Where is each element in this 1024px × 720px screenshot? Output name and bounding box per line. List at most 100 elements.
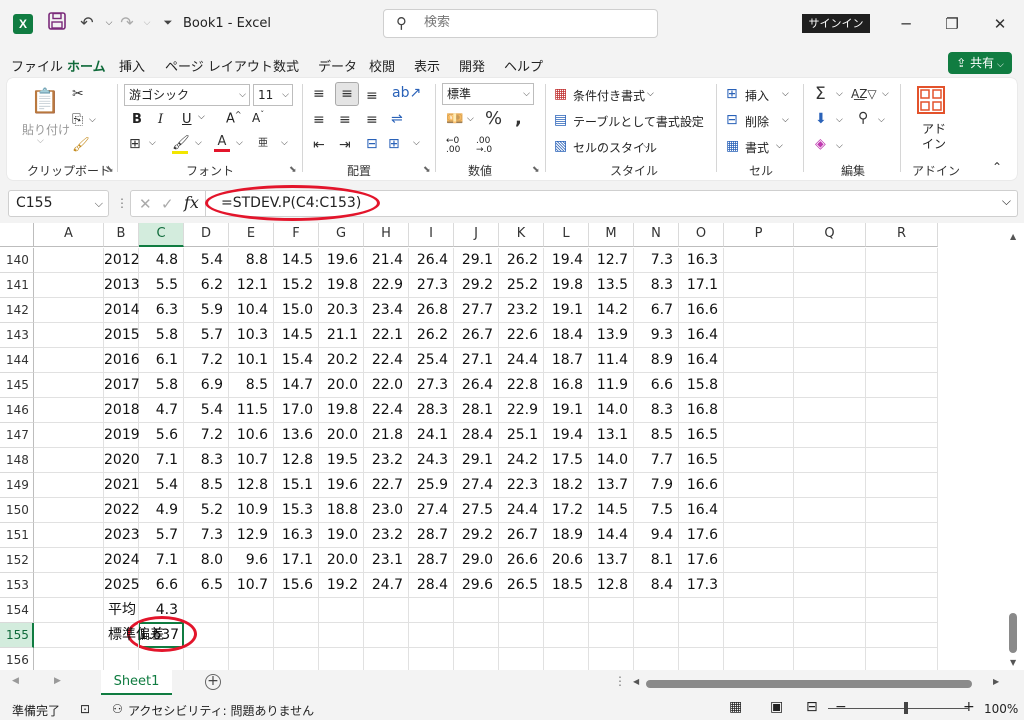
empty-cell[interactable]	[794, 548, 866, 573]
prev-sheet-icon[interactable]: ◀	[12, 676, 19, 686]
expand-formula-bar-icon[interactable]: ⌵	[1002, 194, 1011, 209]
row-header[interactable]: 151	[0, 523, 34, 548]
tab-home[interactable]: ホーム	[67, 56, 106, 81]
sheet-tab-sheet1[interactable]: Sheet1	[101, 670, 172, 695]
empty-cell[interactable]	[724, 448, 794, 473]
redo-dropdown-icon[interactable]: ⌵	[136, 12, 158, 34]
row-header[interactable]: 144	[0, 348, 34, 373]
data-cell[interactable]: 8.3	[634, 273, 679, 298]
row-header[interactable]: 143	[0, 323, 34, 348]
empty-cell[interactable]	[866, 398, 938, 423]
data-cell[interactable]: 7.3	[634, 248, 679, 273]
empty-cell[interactable]	[34, 323, 104, 348]
underline-icon[interactable]: U	[182, 112, 192, 127]
data-cell[interactable]: 20.2	[319, 348, 364, 373]
stdev-label[interactable]: 標準偏差	[104, 623, 164, 648]
data-cell[interactable]: 17.1	[679, 273, 724, 298]
empty-cell[interactable]	[274, 598, 319, 623]
data-cell[interactable]: 17.5	[544, 448, 589, 473]
empty-cell[interactable]	[866, 548, 938, 573]
data-cell[interactable]: 5.4	[139, 473, 184, 498]
add-sheet-icon[interactable]: +	[205, 674, 221, 690]
data-cell[interactable]: 26.4	[409, 248, 454, 273]
empty-cell[interactable]	[589, 623, 634, 648]
data-cell[interactable]: 13.7	[589, 473, 634, 498]
data-cell[interactable]: 22.3	[499, 473, 544, 498]
data-cell[interactable]: 15.1	[274, 473, 319, 498]
empty-cell[interactable]	[866, 273, 938, 298]
data-cell[interactable]: 27.1	[454, 348, 499, 373]
empty-cell[interactable]	[364, 623, 409, 648]
empty-cell[interactable]	[229, 623, 274, 648]
orientation-icon[interactable]: ab↗	[392, 85, 421, 101]
data-cell[interactable]: 9.4	[634, 523, 679, 548]
row-header[interactable]: 147	[0, 423, 34, 448]
select-all-corner[interactable]	[0, 223, 34, 247]
data-cell[interactable]: 10.7	[229, 573, 274, 598]
data-cell[interactable]: 15.8	[679, 373, 724, 398]
data-cell[interactable]: 2017	[104, 373, 140, 398]
data-cell[interactable]: 23.2	[364, 523, 409, 548]
data-cell[interactable]: 6.5	[184, 573, 229, 598]
data-cell[interactable]: 16.8	[544, 373, 589, 398]
data-cell[interactable]: 4.9	[139, 498, 184, 523]
data-cell[interactable]: 16.4	[679, 323, 724, 348]
column-header-l[interactable]: L	[544, 223, 589, 247]
data-cell[interactable]: 2025	[104, 573, 140, 598]
border-dropdown-icon[interactable]: ⌵	[149, 138, 156, 148]
merge-center-icon[interactable]: ⊟	[366, 136, 378, 152]
data-cell[interactable]: 16.3	[274, 523, 319, 548]
clear-icon[interactable]: ◈	[815, 136, 826, 152]
find-dropdown-icon[interactable]: ⌵	[878, 115, 885, 125]
data-cell[interactable]: 2014	[104, 298, 140, 323]
data-cell[interactable]: 26.7	[499, 523, 544, 548]
data-cell[interactable]: 21.8	[364, 423, 409, 448]
empty-cell[interactable]	[409, 598, 454, 623]
data-cell[interactable]: 22.1	[364, 323, 409, 348]
data-cell[interactable]: 5.4	[184, 248, 229, 273]
comma-style-icon[interactable]: ,	[515, 108, 522, 129]
conditional-format-button[interactable]: 条件付き書式	[573, 87, 645, 104]
data-cell[interactable]: 7.2	[184, 348, 229, 373]
data-cell[interactable]: 6.2	[184, 273, 229, 298]
empty-cell[interactable]	[679, 623, 724, 648]
row-header[interactable]: 141	[0, 273, 34, 298]
data-cell[interactable]: 10.3	[229, 323, 274, 348]
data-cell[interactable]: 20.0	[319, 373, 364, 398]
scroll-down-icon[interactable]: ▼	[1010, 658, 1016, 667]
data-cell[interactable]: 23.0	[364, 498, 409, 523]
empty-cell[interactable]	[724, 548, 794, 573]
scroll-right-icon[interactable]: ▶	[993, 677, 999, 686]
data-cell[interactable]: 13.1	[589, 423, 634, 448]
phonetic-dropdown-icon[interactable]: ⌵	[281, 138, 288, 148]
tab-view[interactable]: 表示	[414, 56, 440, 75]
data-cell[interactable]: 29.1	[454, 248, 499, 273]
data-cell[interactable]: 17.2	[544, 498, 589, 523]
data-cell[interactable]: 14.5	[274, 248, 319, 273]
data-cell[interactable]: 10.1	[229, 348, 274, 373]
data-cell[interactable]: 24.1	[409, 423, 454, 448]
row-header[interactable]: 146	[0, 398, 34, 423]
data-cell[interactable]: 12.8	[589, 573, 634, 598]
align-center-icon[interactable]: ≡	[339, 112, 351, 128]
data-cell[interactable]: 23.1	[364, 548, 409, 573]
align-bottom-icon[interactable]: ≡	[366, 88, 378, 104]
data-cell[interactable]: 2012	[104, 248, 140, 273]
empty-cell[interactable]	[866, 248, 938, 273]
data-cell[interactable]: 29.1	[454, 448, 499, 473]
share-button[interactable]: ⇪ 共有 ⌵	[948, 52, 1012, 74]
tab-review[interactable]: 校閲	[369, 56, 395, 75]
data-cell[interactable]: 2020	[104, 448, 140, 473]
data-cell[interactable]: 19.5	[319, 448, 364, 473]
increase-indent-icon[interactable]: ⇥	[339, 137, 351, 153]
data-cell[interactable]: 25.4	[409, 348, 454, 373]
data-cell[interactable]: 26.2	[499, 248, 544, 273]
data-cell[interactable]: 23.2	[364, 448, 409, 473]
data-cell[interactable]: 27.7	[454, 298, 499, 323]
data-cell[interactable]: 5.7	[139, 523, 184, 548]
data-cell[interactable]: 19.1	[544, 298, 589, 323]
empty-cell[interactable]	[866, 573, 938, 598]
empty-cell[interactable]	[866, 423, 938, 448]
data-cell[interactable]: 28.1	[454, 398, 499, 423]
column-header-j[interactable]: J	[454, 223, 499, 247]
